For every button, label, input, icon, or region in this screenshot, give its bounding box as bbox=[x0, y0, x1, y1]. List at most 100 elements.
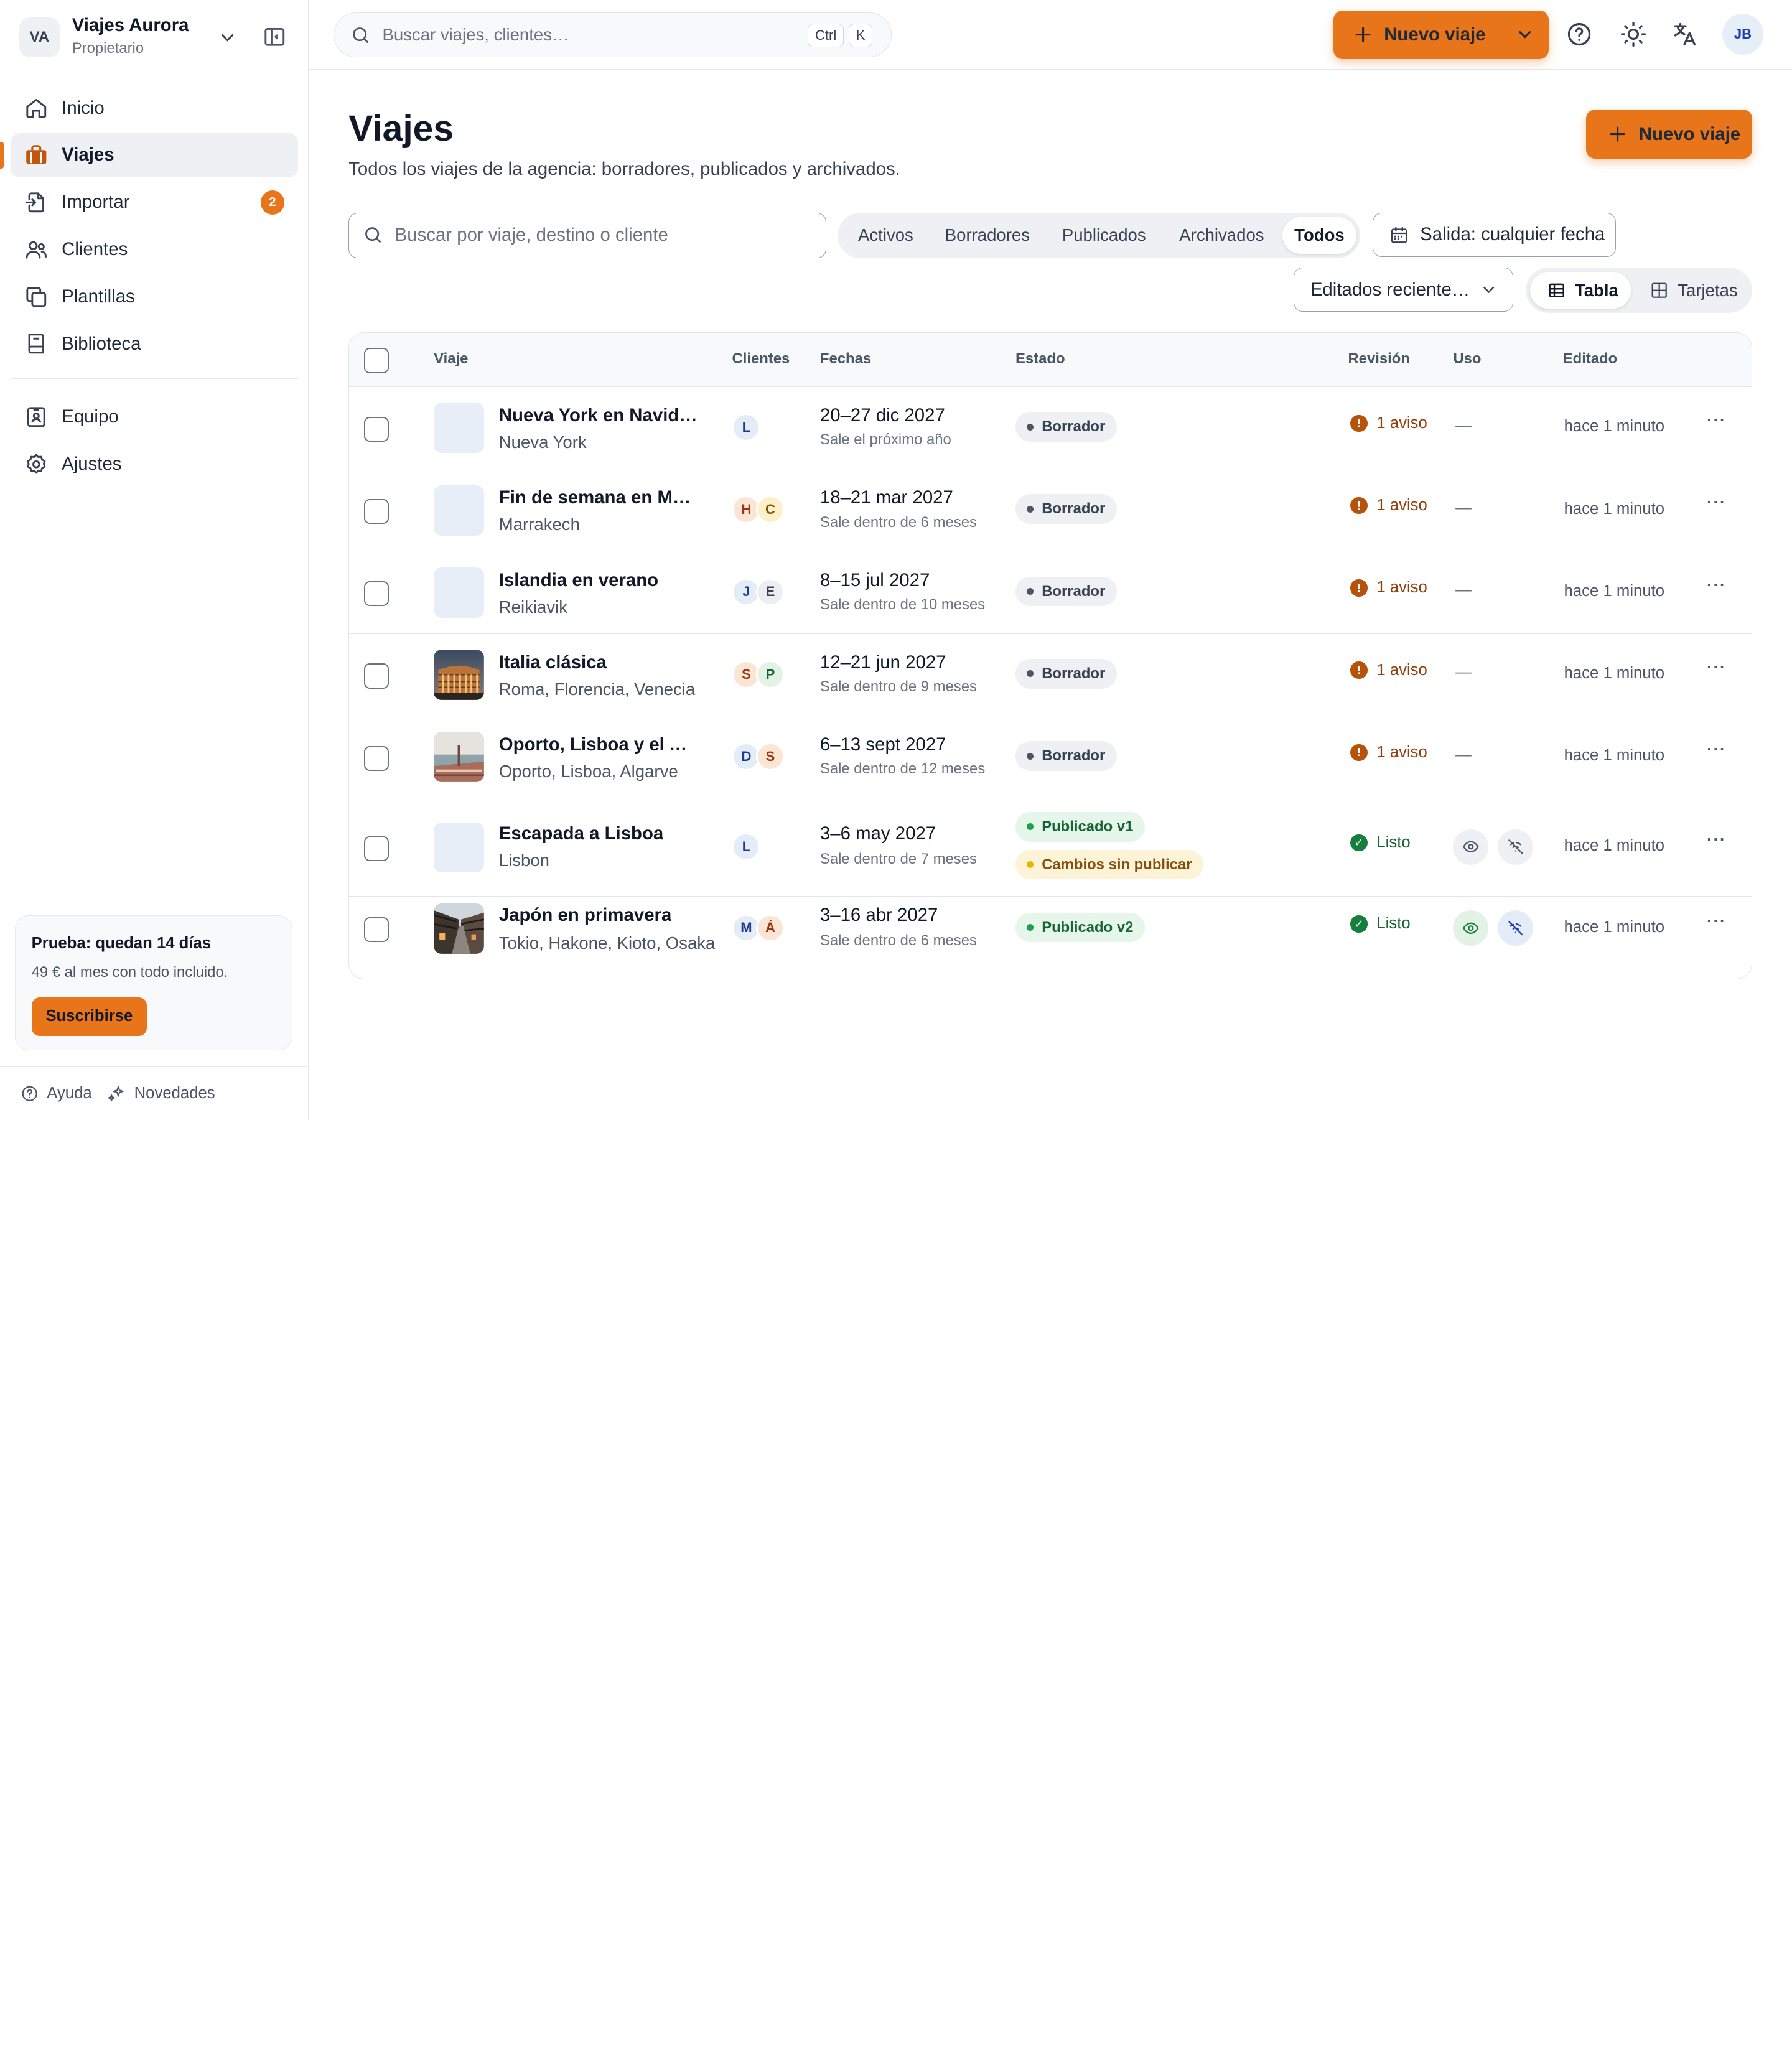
trip-name[interactable]: Nueva York en Navidad bbox=[499, 405, 699, 426]
user-avatar[interactable]: JB bbox=[1722, 14, 1763, 55]
new-trip-split-button: Nuevo viaje bbox=[1333, 10, 1549, 60]
warning-icon: ! bbox=[1350, 579, 1368, 597]
sun-icon[interactable] bbox=[1620, 21, 1647, 48]
chevron-down-icon[interactable] bbox=[217, 27, 238, 48]
trip-name[interactable]: Oporto, Lisboa y el Alg… bbox=[499, 734, 699, 755]
row-checkbox[interactable] bbox=[364, 917, 390, 943]
column-header-editado[interactable]: Editado bbox=[1563, 350, 1617, 368]
table-row[interactable]: Escapada a Lisboa Lisbon L 3–6 may 2027 … bbox=[349, 798, 1752, 897]
review-label: 1 aviso bbox=[1376, 497, 1427, 515]
preview-button[interactable] bbox=[1453, 910, 1489, 946]
warning-icon: ! bbox=[1350, 414, 1368, 432]
sidebar-item-equipo[interactable]: Equipo bbox=[11, 394, 299, 439]
column-header-clientes[interactable]: Clientes bbox=[732, 350, 790, 368]
sidebar-item-label: Plantillas bbox=[62, 286, 135, 307]
sidebar-item-viajes[interactable]: Viajes bbox=[0, 133, 299, 178]
trip-search-input[interactable]: Buscar por viaje, destino o cliente bbox=[348, 212, 826, 259]
review-status[interactable]: ! 1 aviso bbox=[1350, 497, 1427, 515]
row-checkbox[interactable] bbox=[364, 416, 390, 442]
offline-button[interactable] bbox=[1498, 829, 1533, 865]
row-checkbox[interactable] bbox=[364, 745, 390, 771]
help-link[interactable]: Ayuda bbox=[21, 1084, 92, 1103]
departure-date-label: Salida: cualquier fecha bbox=[1420, 224, 1605, 245]
row-checkbox[interactable] bbox=[364, 663, 390, 689]
sidebar-item-clientes[interactable]: Clientes bbox=[11, 227, 299, 272]
sidebar-item-inicio[interactable]: Inicio bbox=[11, 86, 299, 131]
global-search-input[interactable]: Buscar viajes, clientes… Ctrl K bbox=[334, 12, 892, 57]
column-header-uso[interactable]: Uso bbox=[1453, 350, 1481, 368]
translate-icon[interactable] bbox=[1671, 21, 1698, 48]
offline-button[interactable] bbox=[1498, 910, 1533, 946]
column-header-fechas[interactable]: Fechas bbox=[820, 350, 871, 368]
column-header-estado[interactable]: Estado bbox=[1015, 350, 1065, 368]
review-status[interactable]: ! 1 aviso bbox=[1350, 744, 1427, 762]
row-checkbox[interactable] bbox=[364, 836, 390, 862]
column-header-revision[interactable]: Revisión bbox=[1348, 350, 1409, 368]
sidebar-item-plantillas[interactable]: Plantillas bbox=[11, 274, 299, 319]
status-label: Borrador bbox=[1042, 747, 1106, 765]
table-row[interactable]: Oporto, Lisboa y el Alg… Oporto, Lisboa,… bbox=[349, 716, 1752, 798]
row-more-icon[interactable]: ··· bbox=[1707, 577, 1726, 595]
review-status[interactable]: ✓ Listo bbox=[1350, 915, 1411, 933]
trip-name[interactable]: Italia clásica bbox=[499, 652, 607, 673]
sidebar-collapse-icon[interactable] bbox=[263, 25, 287, 49]
sidebar-item-importar[interactable]: Importar 2 bbox=[11, 180, 299, 225]
colosseum-photo bbox=[434, 650, 484, 701]
row-more-icon[interactable]: ··· bbox=[1707, 913, 1726, 931]
select-all-checkbox[interactable] bbox=[364, 348, 390, 373]
trip-name[interactable]: Escapada a Lisboa bbox=[499, 823, 664, 844]
departure-date-filter[interactable]: Salida: cualquier fecha bbox=[1372, 212, 1617, 258]
tab-borradores[interactable]: Borradores bbox=[931, 217, 1043, 254]
view-table-button[interactable]: Tabla bbox=[1530, 272, 1631, 309]
table-row[interactable]: Islandia en verano Reikiavik J E 8–15 ju… bbox=[349, 551, 1752, 634]
tab-publicados[interactable]: Publicados bbox=[1046, 217, 1162, 254]
tab-todos[interactable]: Todos bbox=[1282, 217, 1357, 254]
row-more-icon[interactable]: ··· bbox=[1707, 412, 1726, 430]
org-avatar: VA bbox=[19, 17, 60, 57]
new-trip-dropdown-button[interactable] bbox=[1501, 11, 1548, 60]
tab-activos[interactable]: Activos bbox=[842, 217, 930, 254]
status-badge: Borrador bbox=[1015, 576, 1117, 607]
row-checkbox[interactable] bbox=[364, 498, 390, 525]
import-icon bbox=[25, 192, 44, 213]
edited-time: hace 1 minuto bbox=[1564, 665, 1665, 683]
status-dot bbox=[1027, 752, 1034, 760]
sort-select[interactable]: Editados reciente… bbox=[1294, 267, 1513, 312]
table-row[interactable]: Japón en primavera Tokio, Hakone, Kioto,… bbox=[349, 897, 1751, 979]
table-row[interactable]: Italia clásica Roma, Florencia, Venecia … bbox=[349, 634, 1752, 716]
subscribe-button[interactable]: Suscribirse bbox=[31, 997, 147, 1037]
trip-name[interactable]: Japón en primavera bbox=[499, 905, 672, 926]
review-status[interactable]: ! 1 aviso bbox=[1350, 414, 1427, 432]
trip-destination: Roma, Florencia, Venecia bbox=[498, 679, 696, 699]
book-icon bbox=[28, 334, 44, 354]
news-link[interactable]: Novedades bbox=[108, 1084, 215, 1103]
trip-name[interactable]: Islandia en verano bbox=[499, 570, 658, 591]
table-row[interactable]: Fin de semana en Marr… Marrakech H C 18–… bbox=[349, 469, 1752, 552]
table-row[interactable]: Nueva York en Navidad Nueva York L 20–27… bbox=[349, 387, 1752, 470]
org-switcher[interactable]: VA Viajes Aurora Propietario bbox=[0, 0, 308, 76]
row-more-icon[interactable]: ··· bbox=[1707, 659, 1726, 677]
row-more-icon[interactable]: ··· bbox=[1707, 494, 1726, 512]
review-status[interactable]: ! 1 aviso bbox=[1350, 661, 1427, 679]
row-checkbox[interactable] bbox=[364, 581, 390, 607]
column-header-viaje[interactable]: Viaje bbox=[434, 350, 468, 368]
trip-departs: Sale dentro de 10 meses bbox=[819, 595, 986, 613]
preview-button[interactable] bbox=[1453, 829, 1489, 865]
row-more-icon[interactable]: ··· bbox=[1707, 741, 1726, 759]
sidebar-item-label: Ajustes bbox=[62, 454, 122, 475]
trip-thumbnail-coast bbox=[434, 732, 484, 783]
edited-time: hace 1 minuto bbox=[1564, 582, 1665, 600]
table-icon bbox=[1549, 283, 1564, 297]
trip-name[interactable]: Fin de semana en Marr… bbox=[499, 487, 699, 508]
review-status[interactable]: ! 1 aviso bbox=[1350, 579, 1427, 597]
sidebar-item-ajustes[interactable]: Ajustes bbox=[11, 442, 299, 487]
help-icon[interactable] bbox=[1566, 21, 1593, 48]
tab-archivados[interactable]: Archivados bbox=[1165, 217, 1279, 254]
view-cards-button[interactable]: Tarjetas bbox=[1633, 272, 1748, 309]
plus-icon bbox=[1610, 126, 1625, 142]
sidebar-item-biblioteca[interactable]: Biblioteca bbox=[11, 322, 299, 366]
new-trip-button[interactable]: Nuevo viaje bbox=[1333, 11, 1500, 60]
review-status[interactable]: ✓ Listo bbox=[1350, 834, 1411, 852]
row-more-icon[interactable]: ··· bbox=[1707, 831, 1726, 849]
new-trip-button[interactable]: Nuevo viaje bbox=[1586, 110, 1752, 159]
